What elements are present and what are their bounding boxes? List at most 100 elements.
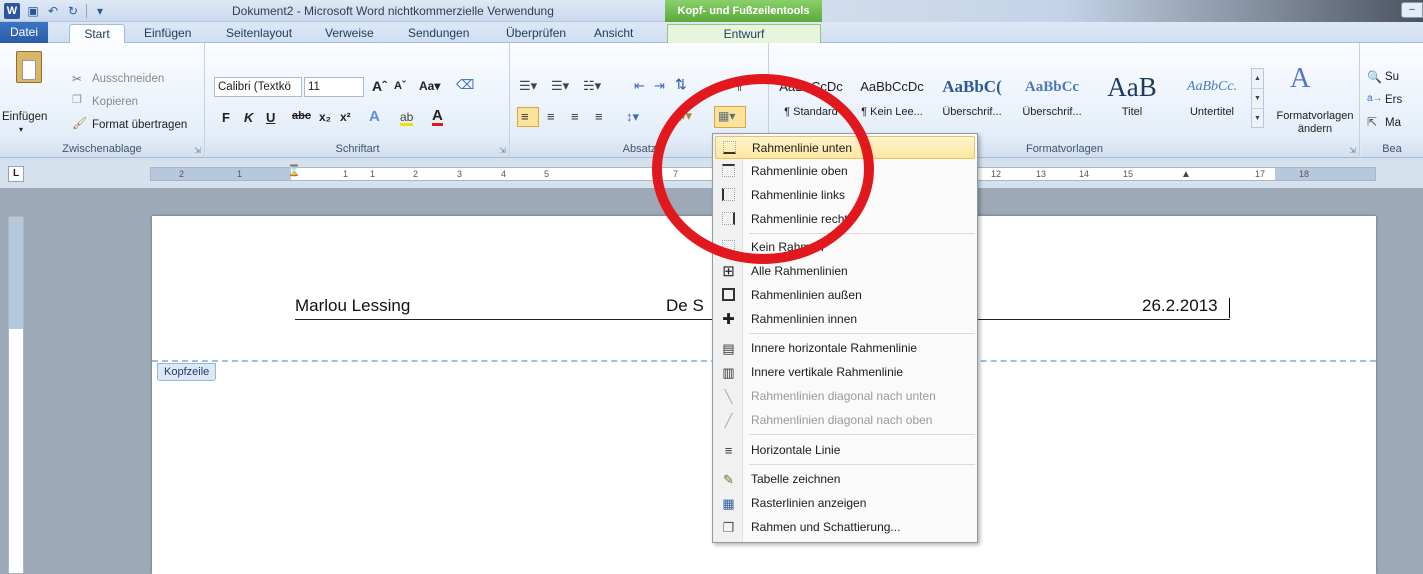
text-effects-icon[interactable]: A (369, 108, 380, 125)
italic-button[interactable]: K (244, 110, 253, 125)
copy-icon[interactable]: ❐ (72, 95, 82, 106)
menu-item-horizontal-line[interactable]: ≡ Horizontale Linie (715, 439, 975, 462)
tab-datei[interactable]: Datei (0, 22, 48, 43)
diagonal-down-border-icon: ╲ (724, 389, 733, 404)
select-button[interactable]: Ma (1385, 117, 1401, 129)
redo-icon[interactable]: ↻ (66, 4, 80, 18)
header-center-text[interactable]: De S (666, 296, 704, 316)
menu-item-label: Tabelle zeichnen (751, 472, 841, 486)
style-ueberschrift-1[interactable]: AaBbC( Überschrif... (933, 68, 1011, 128)
header-author[interactable]: Marlou Lessing (295, 296, 410, 316)
paste-icon[interactable] (16, 51, 42, 83)
sort-icon[interactable]: ⇅ (675, 77, 687, 91)
outside-borders-icon (721, 288, 736, 303)
style-untertitel[interactable]: AaBbCc. Untertitel (1173, 68, 1251, 128)
indent-marker-icon[interactable]: ⌛ (287, 165, 301, 177)
menu-item-gridlines[interactable]: ▦ Rasterlinien anzeigen (715, 492, 975, 515)
styles-launcher-icon[interactable]: ⇲ (1349, 146, 1356, 155)
font-color-icon[interactable]: A (432, 108, 443, 126)
multilevel-list-icon[interactable]: ☵▾ (583, 79, 601, 92)
tab-einfuegen[interactable]: Einfügen (140, 24, 195, 43)
find-icon[interactable]: 🔍 (1367, 71, 1382, 83)
clipboard-launcher-icon[interactable]: ⇲ (194, 146, 201, 155)
save-icon[interactable]: ▣ (26, 4, 40, 18)
menu-item-label: Rahmenlinien diagonal nach oben (751, 413, 933, 427)
menu-item-diagonal-down: ╲ Rahmenlinien diagonal nach unten (715, 385, 975, 408)
change-case-icon[interactable]: Aa▾ (419, 79, 440, 93)
find-button[interactable]: Su (1385, 71, 1399, 83)
numbering-icon[interactable]: ☰▾ (551, 79, 569, 92)
change-styles-button[interactable]: Formatvorlagen ändern (1270, 110, 1360, 136)
increase-indent-icon[interactable]: ⇥ (654, 79, 665, 92)
menu-item-inside-borders[interactable]: ✚ Rahmenlinien innen (715, 308, 975, 331)
undo-icon[interactable]: ↶ (46, 4, 60, 18)
menu-item-label: Innere horizontale Rahmenlinie (751, 341, 918, 355)
header-date[interactable]: 26.2.2013 (1142, 296, 1218, 316)
header-tag[interactable]: Kopfzeile (157, 363, 217, 381)
vruler-top-margin (9, 217, 23, 329)
menu-item-inside-vertical[interactable]: ▥ Innere vertikale Rahmenlinie (715, 361, 975, 384)
bold-button[interactable]: F (222, 110, 230, 125)
word-logo-icon[interactable]: W (4, 3, 20, 19)
styles-gallery-scroll[interactable]: ▲ ▼ ▼ (1251, 68, 1264, 128)
menu-item-draw-table[interactable]: ✎ Tabelle zeichnen (715, 468, 975, 491)
highlight-color-icon[interactable]: ab (400, 111, 414, 126)
underline-button[interactable]: U (266, 110, 275, 125)
tab-ansicht[interactable]: Ansicht (590, 24, 637, 43)
font-name-combo[interactable]: Calibri (Textkö (214, 77, 302, 97)
gallery-up-icon[interactable]: ▲ (1252, 69, 1263, 89)
cut-button[interactable]: Ausschneiden (92, 73, 164, 85)
paste-button[interactable]: Einfügen (2, 111, 47, 123)
style-name: Überschrif... (1022, 106, 1082, 118)
subscript-icon[interactable]: x₂ (319, 110, 331, 124)
bullets-icon[interactable]: ☰▾ (519, 79, 537, 92)
cut-icon[interactable]: ✂ (72, 73, 82, 85)
justify-icon[interactable]: ≡ (595, 110, 603, 123)
menu-item-borders-shading[interactable]: ❐ Rahmen und Schattierung... (715, 516, 975, 539)
ruler-number: 17 (1255, 169, 1266, 179)
format-painter-icon[interactable]: 🖌 (72, 117, 87, 129)
style-ueberschrift-2[interactable]: AaBbCc Überschrif... (1013, 68, 1091, 128)
strikethrough-icon[interactable]: abc (292, 110, 311, 122)
window-title: Dokument2 - Microsoft Word nichtkommerzi… (232, 4, 554, 18)
copy-button[interactable]: Kopieren (92, 96, 138, 108)
gallery-more-icon[interactable]: ▼ (1252, 109, 1263, 129)
style-kein-leerraum[interactable]: AaBbCcDc ¶ Kein Lee... (853, 68, 931, 128)
menu-item-inside-horizontal[interactable]: ▤ Innere horizontale Rahmenlinie (715, 337, 975, 360)
ruler-number: 15 (1123, 169, 1134, 179)
font-size-combo[interactable]: 11 (304, 77, 364, 97)
style-name: Titel (1121, 106, 1143, 118)
tab-start[interactable]: Start (69, 24, 125, 44)
replace-button[interactable]: Ers (1385, 94, 1402, 106)
line-spacing-icon[interactable]: ↕▾ (626, 110, 639, 123)
tab-selector-button[interactable]: L (8, 166, 24, 182)
tab-seitenlayout[interactable]: Seitenlayout (222, 24, 296, 43)
align-center-icon[interactable]: ≡ (547, 110, 555, 123)
grow-font-icon[interactable]: Aˆ (372, 78, 387, 94)
editing-group: 🔍 Su a→ Ers ⇱ Ma Bea (1361, 43, 1423, 158)
shrink-font-icon[interactable]: Aˇ (394, 80, 406, 92)
tab-entwurf[interactable]: Entwurf (667, 24, 821, 43)
align-right-icon[interactable]: ≡ (571, 110, 579, 123)
vertical-ruler[interactable] (8, 216, 24, 574)
gallery-down-icon[interactable]: ▼ (1252, 89, 1263, 109)
tab-verweise[interactable]: Verweise (321, 24, 378, 43)
replace-icon[interactable]: a→ (1367, 94, 1383, 104)
font-launcher-icon[interactable]: ⇲ (499, 146, 506, 155)
clear-formatting-icon[interactable]: ⌫ (456, 78, 474, 91)
paste-dropdown-icon[interactable]: ▾ (19, 125, 23, 134)
customize-qat-icon[interactable]: ▾ (93, 4, 107, 18)
superscript-icon[interactable]: x² (340, 110, 351, 124)
tab-sendungen[interactable]: Sendungen (404, 24, 473, 43)
decrease-indent-icon[interactable]: ⇤ (634, 79, 645, 92)
ruler-left-margin (151, 168, 291, 180)
format-painter-button[interactable]: Format übertragen (92, 119, 187, 131)
tab-ueberpruefen[interactable]: Überprüfen (502, 24, 570, 43)
minimize-button[interactable]: – (1401, 2, 1423, 18)
select-icon[interactable]: ⇱ (1367, 116, 1377, 128)
right-indent-marker-icon[interactable]: ▲ (1181, 169, 1191, 181)
change-styles-icon[interactable]: A (1290, 65, 1310, 93)
ruler-number: 4 (501, 169, 507, 179)
menu-item-outside-borders[interactable]: Rahmenlinien außen (715, 284, 975, 307)
style-titel[interactable]: AaB Titel (1093, 68, 1171, 128)
